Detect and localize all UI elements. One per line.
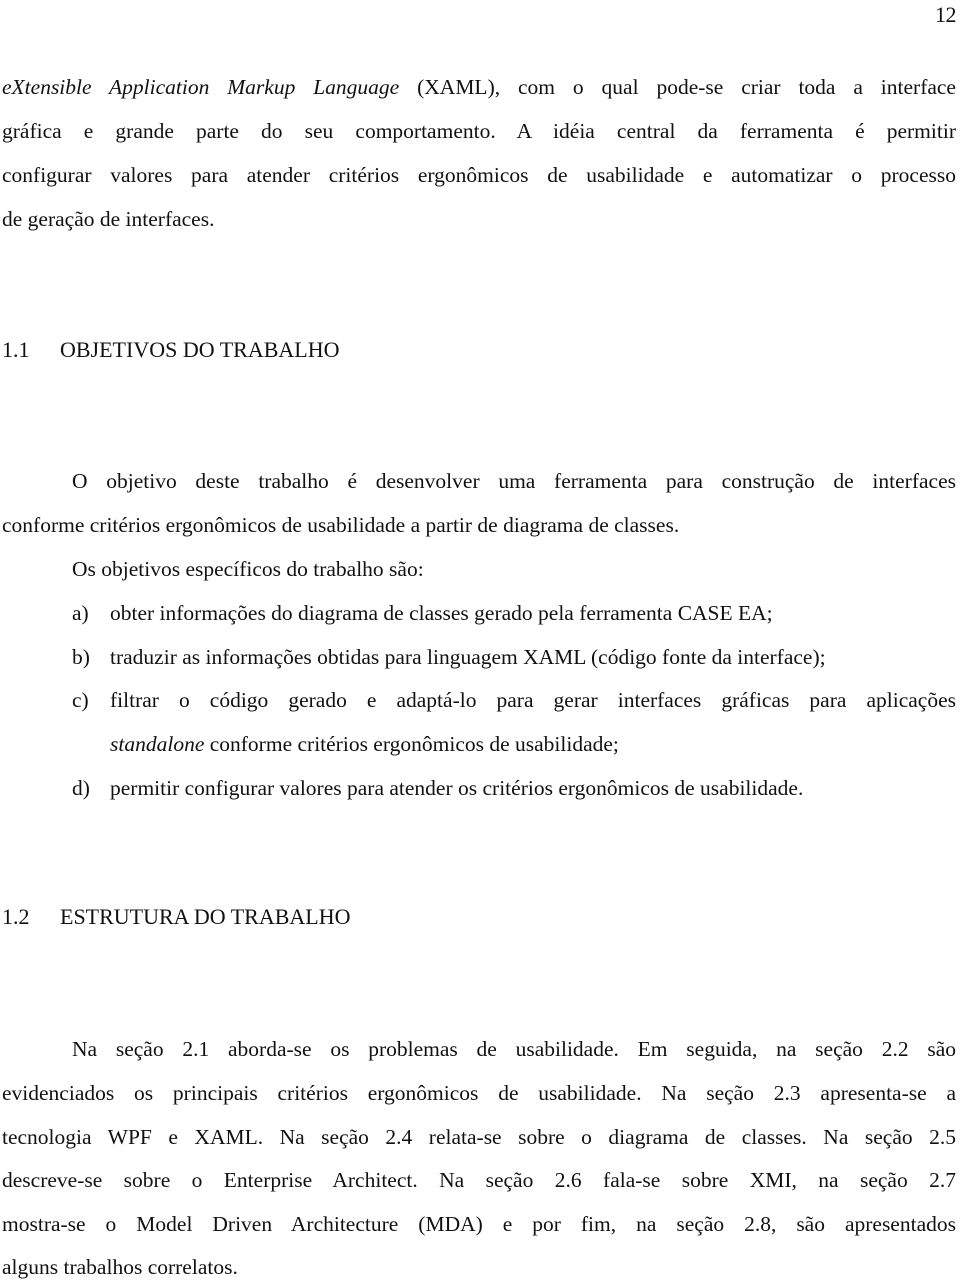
intro-line-4: de geração de interfaces.	[2, 207, 215, 231]
structure-line-5: mostra-se o Model Driven Architecture (M…	[2, 1212, 956, 1236]
list-item-a: a) obter informações do diagrama de class…	[72, 601, 773, 625]
intro-line-2: gráfica e grande parte do seu comportame…	[2, 119, 956, 143]
intro-line-3: configurar valores para atender critério…	[2, 163, 956, 187]
objective-line-2: conforme critérios ergonômicos de usabil…	[2, 513, 680, 537]
section-heading-1-2: 1.2 ESTRUTURA DO TRABALHO	[2, 904, 351, 930]
section-number: 1.2	[2, 904, 30, 929]
page-number: 12	[935, 2, 957, 27]
section-heading-1-1: 1.1 OBJETIVOS DO TRABALHO	[2, 337, 340, 363]
specific-objectives-intro: Os objetivos específicos do trabalho são…	[72, 557, 424, 581]
xaml-term: eXtensible Application Markup Language	[2, 75, 400, 99]
structure-line-6: alguns trabalhos correlatos.	[2, 1255, 238, 1279]
structure-line-2: evidenciados os principais critérios erg…	[2, 1081, 956, 1105]
section-title: OBJETIVOS DO TRABALHO	[60, 337, 340, 362]
list-item-c-continued: standalone conforme critérios ergonômico…	[110, 732, 619, 756]
standalone-term: standalone	[110, 732, 205, 756]
section-number: 1.1	[2, 337, 30, 362]
section-title: ESTRUTURA DO TRABALHO	[60, 904, 351, 929]
intro-line-1: eXtensible Application Markup Language (…	[2, 75, 956, 99]
list-item-b: b) traduzir as informações obtidas para l…	[72, 645, 826, 669]
list-item-c: c) filtrar o código gerado e adaptá-lo pa…	[72, 688, 956, 712]
objective-line-1: O objetivo deste trabalho é desenvolver …	[72, 469, 956, 493]
structure-line-3: tecnologia WPF e XAML. Na seção 2.4 rela…	[2, 1125, 956, 1149]
list-item-d: d) permitir configurar valores para atend…	[72, 776, 804, 800]
structure-line-4: descreve-se sobre o Enterprise Architect…	[2, 1168, 956, 1192]
structure-line-1: Na seção 2.1 aborda-se os problemas de u…	[72, 1037, 956, 1061]
